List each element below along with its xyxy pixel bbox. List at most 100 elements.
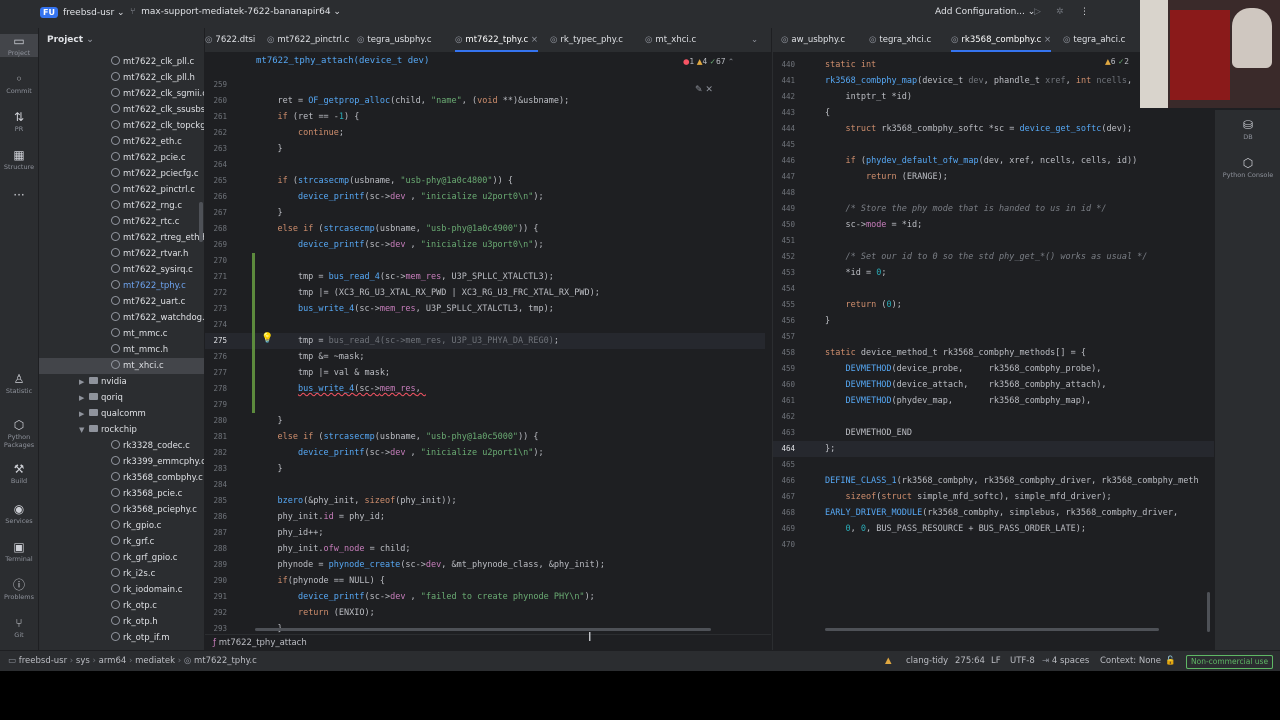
project-panel-header[interactable]: Project ⌄ — [39, 28, 204, 52]
tool-build[interactable]: ⚒ Build — [0, 462, 38, 485]
line-number[interactable]: 267 — [205, 205, 227, 221]
code-line[interactable]: 459 DEVMETHOD(device_probe, rk3568_combp… — [773, 361, 1214, 377]
project-switcher[interactable]: FU freebsd-usr ⌄ — [40, 7, 125, 18]
line-number[interactable]: 447 — [773, 169, 795, 185]
breadcrumb[interactable]: mt7622_tphy_attach(device_t dev) ●1 ▲4 ✓… — [205, 53, 771, 70]
line-number[interactable]: 451 — [773, 233, 795, 249]
tree-file[interactable]: rk3399_emmcphy.c — [39, 454, 204, 470]
tab-tegra-xhci-c[interactable]: ◎ tegra_xhci.c — [869, 28, 931, 52]
line-number[interactable]: 464 — [773, 441, 795, 457]
code-line[interactable]: 288 phy_init.ofw_node = child; — [205, 541, 765, 557]
code-line[interactable]: 274 — [205, 317, 765, 333]
code-line[interactable]: 464}; — [773, 441, 1214, 457]
line-number[interactable]: 465 — [773, 457, 795, 473]
code-line[interactable]: 260 ret = OF_getprop_alloc(child, "name"… — [205, 93, 765, 109]
line-number[interactable]: 275 — [205, 333, 227, 349]
path-segment[interactable]: arm64 — [99, 656, 127, 666]
reader-mode-icon[interactable]: ✎ ✕ — [695, 85, 713, 95]
project-scrollbar[interactable] — [199, 202, 203, 242]
tree-file[interactable]: mt_mmc.c — [39, 326, 204, 342]
line-number[interactable]: 290 — [205, 573, 227, 589]
code-line[interactable]: 456} — [773, 313, 1214, 329]
tree-folder[interactable]: ▶ qualcomm — [39, 406, 204, 422]
tool-git[interactable]: ⑂ Git — [0, 616, 38, 639]
line-number[interactable]: 442 — [773, 89, 795, 105]
tree-file[interactable]: mt7622_watchdog.c — [39, 310, 204, 326]
tree-file[interactable]: mt7622_tphy.c — [39, 278, 204, 294]
line-number[interactable]: 283 — [205, 461, 227, 477]
code-line[interactable]: 283 } — [205, 461, 765, 477]
line-number[interactable]: 260 — [205, 93, 227, 109]
code-line[interactable]: 263 } — [205, 141, 765, 157]
line-number[interactable]: 273 — [205, 301, 227, 317]
tree-file[interactable]: mt7622_pinctrl.c — [39, 182, 204, 198]
tree-file[interactable]: mt7622_clk_pll.h — [39, 70, 204, 86]
code-line[interactable]: 455 return (0); — [773, 297, 1214, 313]
code-line[interactable]: 261 if (ret == -1) { — [205, 109, 765, 125]
branch-switcher[interactable]: ⑂ max-support-mediatek-7622-bananapir64 … — [130, 7, 341, 17]
line-number[interactable]: 263 — [205, 141, 227, 157]
code-line[interactable]: 444 struct rk3568_combphy_softc *sc = de… — [773, 121, 1214, 137]
inspection-widget[interactable]: ●1 ▲4 ✓67 ⌃ — [683, 53, 734, 70]
path-segment[interactable]: sys — [76, 656, 90, 666]
tree-file[interactable]: mt7622_clk_ssusbsys — [39, 102, 204, 118]
tree-file[interactable]: mt_mmc.h — [39, 342, 204, 358]
code-area[interactable]: 259 260 ret = OF_getprop_alloc(child, "na… — [205, 77, 765, 642]
line-number[interactable]: 458 — [773, 345, 795, 361]
line-number[interactable]: 452 — [773, 249, 795, 265]
line-number[interactable]: 441 — [773, 73, 795, 89]
line-number[interactable]: 443 — [773, 105, 795, 121]
tab-mt7622-tphy-c[interactable]: ◎ mt7622_tphy.c × — [455, 28, 539, 52]
chevron-right-icon[interactable]: ▶ — [79, 406, 89, 422]
code-line[interactable]: 266 device_printf(sc->dev , "inicialize … — [205, 189, 765, 205]
code-line[interactable]: 267 } — [205, 205, 765, 221]
vertical-scrollbar[interactable] — [1207, 592, 1210, 632]
tree-folder[interactable]: ▶ nvidia — [39, 374, 204, 390]
line-number[interactable]: 270 — [205, 253, 227, 269]
code-line[interactable]: 469 0, 0, BUS_PASS_RESOURCE + BUS_PASS_O… — [773, 521, 1214, 537]
tree-file[interactable]: mt7622_pcie.c — [39, 150, 204, 166]
line-number[interactable]: 446 — [773, 153, 795, 169]
license-badge[interactable]: Non-commercial use — [1186, 655, 1274, 669]
run-config-dropdown[interactable]: Add Configuration... ⌄ — [935, 7, 1035, 17]
line-number[interactable]: 272 — [205, 285, 227, 301]
tree-file[interactable]: rk_grf.c — [39, 534, 204, 550]
line-number[interactable]: 459 — [773, 361, 795, 377]
code-line[interactable]: 470 — [773, 537, 1214, 553]
code-line[interactable]: 466 DEFINE_CLASS_1(rk3568_combphy, rk3568… — [773, 473, 1214, 489]
tree-file[interactable]: mt_xhci.c — [39, 358, 204, 374]
line-number[interactable]: 287 — [205, 525, 227, 541]
code-line[interactable]: 461 DEVMETHOD(phydev_map, rk3568_combphy… — [773, 393, 1214, 409]
line-number[interactable]: 468 — [773, 505, 795, 521]
line-number[interactable]: 470 — [773, 537, 795, 553]
vcs-change-marker[interactable] — [252, 253, 255, 413]
line-number[interactable]: 278 — [205, 381, 227, 397]
code-line[interactable]: 463 DEVMETHOD_END — [773, 425, 1214, 441]
code-line[interactable]: 460 DEVMETHOD(device_attach, rk3568_comb… — [773, 377, 1214, 393]
tree-file[interactable]: rk3568_pcie.c — [39, 486, 204, 502]
tree-file[interactable]: rk_otp_if.m — [39, 630, 204, 646]
line-number[interactable]: 282 — [205, 445, 227, 461]
line-number[interactable]: 281 — [205, 429, 227, 445]
line-number[interactable]: 467 — [773, 489, 795, 505]
tool-folder[interactable]: ▭ Project — [0, 34, 38, 57]
tree-file[interactable]: mt7622_rtvar.h — [39, 246, 204, 262]
line-number[interactable]: 286 — [205, 509, 227, 525]
code-line[interactable]: 458 static device_method_t rk3568_combphy… — [773, 345, 1214, 361]
line-number[interactable]: 265 — [205, 173, 227, 189]
line-number[interactable]: 284 — [205, 477, 227, 493]
line-number[interactable]: 285 — [205, 493, 227, 509]
line-number[interactable]: 274 — [205, 317, 227, 333]
tree-file[interactable]: mt7622_eth.c — [39, 134, 204, 150]
code-line[interactable]: 264 — [205, 157, 765, 173]
code-line[interactable]: 454 — [773, 281, 1214, 297]
code-line[interactable]: 262 continue; — [205, 125, 765, 141]
path-segment[interactable]: freebsd-usr — [19, 656, 67, 666]
tree-file[interactable]: mt7622_rtc.c — [39, 214, 204, 230]
tab-tegra-usbphy-c[interactable]: ◎ tegra_usbphy.c — [357, 28, 432, 52]
tree-file[interactable]: mt7622_clk_topckgen — [39, 118, 204, 134]
line-number[interactable]: 440 — [773, 57, 795, 73]
tool-statistic[interactable]: ♙ Statistic — [0, 372, 38, 395]
line-number[interactable]: 279 — [205, 397, 227, 413]
tool-structure[interactable]: ▦ Structure — [0, 148, 38, 171]
